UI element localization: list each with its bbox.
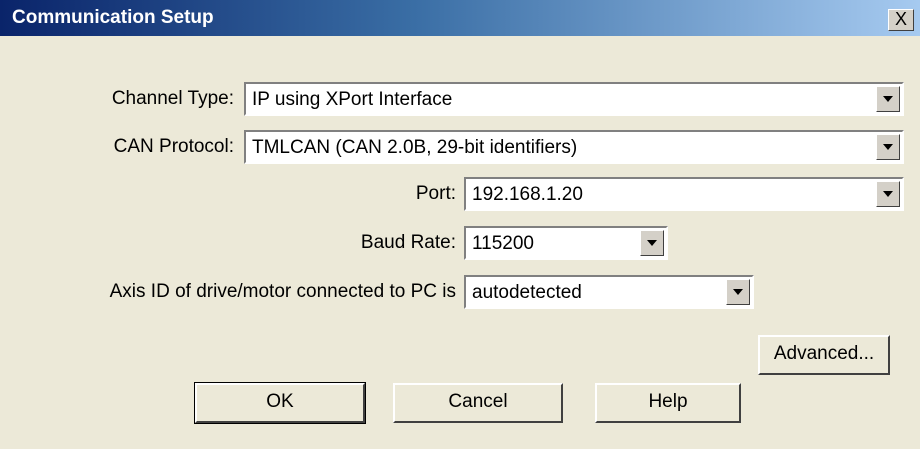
channel-type-select[interactable]: IP using XPort Interface (244, 82, 904, 116)
help-button[interactable]: Help (595, 383, 741, 423)
baud-rate-value: 115200 (472, 233, 534, 254)
port-label: Port: (415, 183, 456, 204)
channel-type-label: Channel Type: (111, 88, 234, 109)
chevron-down-icon[interactable] (876, 86, 900, 112)
communication-setup-dialog: Communication Setup X Channel Type: IP u… (0, 0, 920, 449)
chevron-down-icon[interactable] (640, 230, 664, 256)
chevron-down-icon[interactable] (726, 279, 750, 305)
advanced-button[interactable]: Advanced... (758, 335, 890, 375)
port-value: 192.168.1.20 (472, 184, 583, 205)
chevron-down-icon[interactable] (876, 181, 900, 207)
close-button[interactable]: X (888, 9, 914, 31)
axis-id-value: autodetected (472, 282, 582, 303)
axis-id-select[interactable]: autodetected (464, 275, 754, 309)
port-select[interactable]: 192.168.1.20 (464, 177, 904, 211)
baud-rate-label: Baud Rate: (360, 232, 456, 253)
can-protocol-value: TMLCAN (CAN 2.0B, 29-bit identifiers) (252, 137, 578, 158)
title-bar[interactable]: Communication Setup X (0, 0, 920, 36)
channel-type-value: IP using XPort Interface (252, 89, 453, 110)
window-title: Communication Setup (12, 7, 214, 28)
cancel-button[interactable]: Cancel (393, 383, 563, 423)
can-protocol-select[interactable]: TMLCAN (CAN 2.0B, 29-bit identifiers) (244, 130, 904, 164)
baud-rate-select[interactable]: 115200 (464, 226, 668, 260)
chevron-down-icon[interactable] (876, 134, 900, 160)
ok-button[interactable]: OK (194, 382, 366, 424)
axis-id-label: Axis ID of drive/motor connected to PC i… (109, 281, 456, 302)
can-protocol-label: CAN Protocol: (113, 136, 234, 157)
